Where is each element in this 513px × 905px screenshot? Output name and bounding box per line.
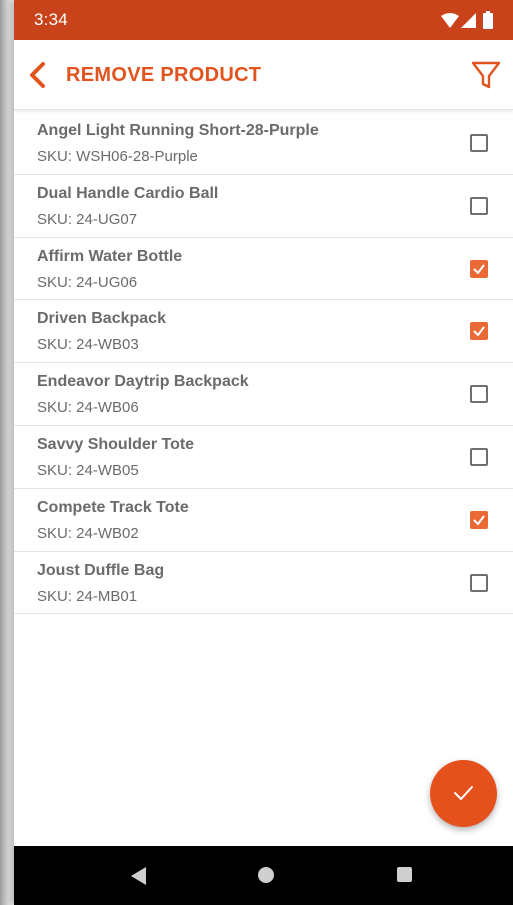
product-sku: SKU: 24-WB02 bbox=[37, 524, 139, 542]
list-item[interactable]: Driven Backpack SKU: 24-WB03 bbox=[14, 300, 513, 364]
list-item[interactable]: Affirm Water Bottle SKU: 24-UG06 bbox=[14, 238, 513, 301]
product-name: Compete Track Tote bbox=[37, 498, 189, 516]
product-sku: SKU: 24-UG06 bbox=[37, 273, 138, 291]
product-checkbox[interactable] bbox=[470, 447, 488, 466]
checkmark-icon bbox=[473, 515, 485, 526]
list-item[interactable]: Angel Light Running Short-28-Purple SKU:… bbox=[14, 112, 513, 175]
product-name: Angel Light Running Short-28-Purple bbox=[37, 122, 319, 139]
filter-icon bbox=[471, 61, 501, 89]
product-checkbox[interactable] bbox=[470, 510, 488, 529]
product-name: Affirm Water Bottle bbox=[37, 247, 183, 265]
list-item[interactable]: Savvy Shoulder Tote SKU: 24-WB05 bbox=[14, 426, 513, 489]
product-sku: SKU: 24-WB06 bbox=[37, 399, 139, 417]
product-checkbox[interactable] bbox=[470, 259, 488, 278]
list-item[interactable]: Compete Track Tote SKU: 24-WB02 bbox=[14, 489, 513, 552]
battery-icon bbox=[483, 11, 493, 29]
product-sku: SKU: 24-WB05 bbox=[37, 461, 139, 479]
nav-back-icon[interactable] bbox=[131, 867, 147, 885]
product-checkbox[interactable] bbox=[470, 322, 488, 341]
product-checkbox[interactable] bbox=[470, 134, 488, 152]
app-bar: REMOVE PRODUCT bbox=[14, 40, 513, 110]
product-name: Driven Backpack bbox=[37, 310, 166, 328]
page-title: REMOVE PRODUCT bbox=[66, 64, 262, 86]
back-button[interactable] bbox=[24, 60, 54, 90]
navigation-bar bbox=[14, 846, 513, 905]
product-sku: SKU: 24-WB03 bbox=[37, 336, 139, 354]
wifi-icon bbox=[441, 13, 459, 28]
checkmark-icon bbox=[473, 326, 485, 337]
nav-home-icon[interactable] bbox=[258, 867, 274, 883]
signal-icon bbox=[461, 13, 476, 28]
device-screen: 3:34 REMOVE PRODUCT Angel Light Running … bbox=[14, 0, 513, 905]
product-sku: SKU: 24-MB01 bbox=[37, 587, 138, 605]
product-checkbox[interactable] bbox=[470, 385, 488, 404]
product-checkbox[interactable] bbox=[470, 196, 488, 215]
confirm-fab-button[interactable] bbox=[430, 760, 497, 827]
list-item[interactable]: Dual Handle Cardio Ball SKU: 24-UG07 bbox=[14, 175, 513, 238]
product-name: Endeavor Daytrip Backpack bbox=[37, 373, 249, 391]
check-icon bbox=[454, 786, 473, 800]
product-checkbox[interactable] bbox=[470, 573, 488, 592]
status-bar: 3:34 bbox=[14, 0, 513, 40]
status-icons bbox=[441, 11, 501, 29]
list-item[interactable]: Joust Duffle Bag SKU: 24-MB01 bbox=[14, 552, 513, 615]
filter-button[interactable] bbox=[469, 58, 503, 92]
product-sku: SKU: 24-UG07 bbox=[37, 210, 138, 228]
product-list: Angel Light Running Short-28-Purple SKU:… bbox=[14, 112, 513, 615]
product-name: Dual Handle Cardio Ball bbox=[37, 184, 219, 202]
chevron-left-icon bbox=[30, 62, 45, 88]
product-sku: SKU: WSH06-28-Purple bbox=[37, 148, 198, 165]
status-time: 3:34 bbox=[34, 10, 68, 29]
product-name: Savvy Shoulder Tote bbox=[37, 435, 195, 453]
product-name: Joust Duffle Bag bbox=[37, 561, 165, 579]
nav-recents-icon[interactable] bbox=[397, 867, 412, 882]
list-item[interactable]: Endeavor Daytrip Backpack SKU: 24-WB06 bbox=[14, 363, 513, 426]
checkmark-icon bbox=[473, 263, 485, 275]
